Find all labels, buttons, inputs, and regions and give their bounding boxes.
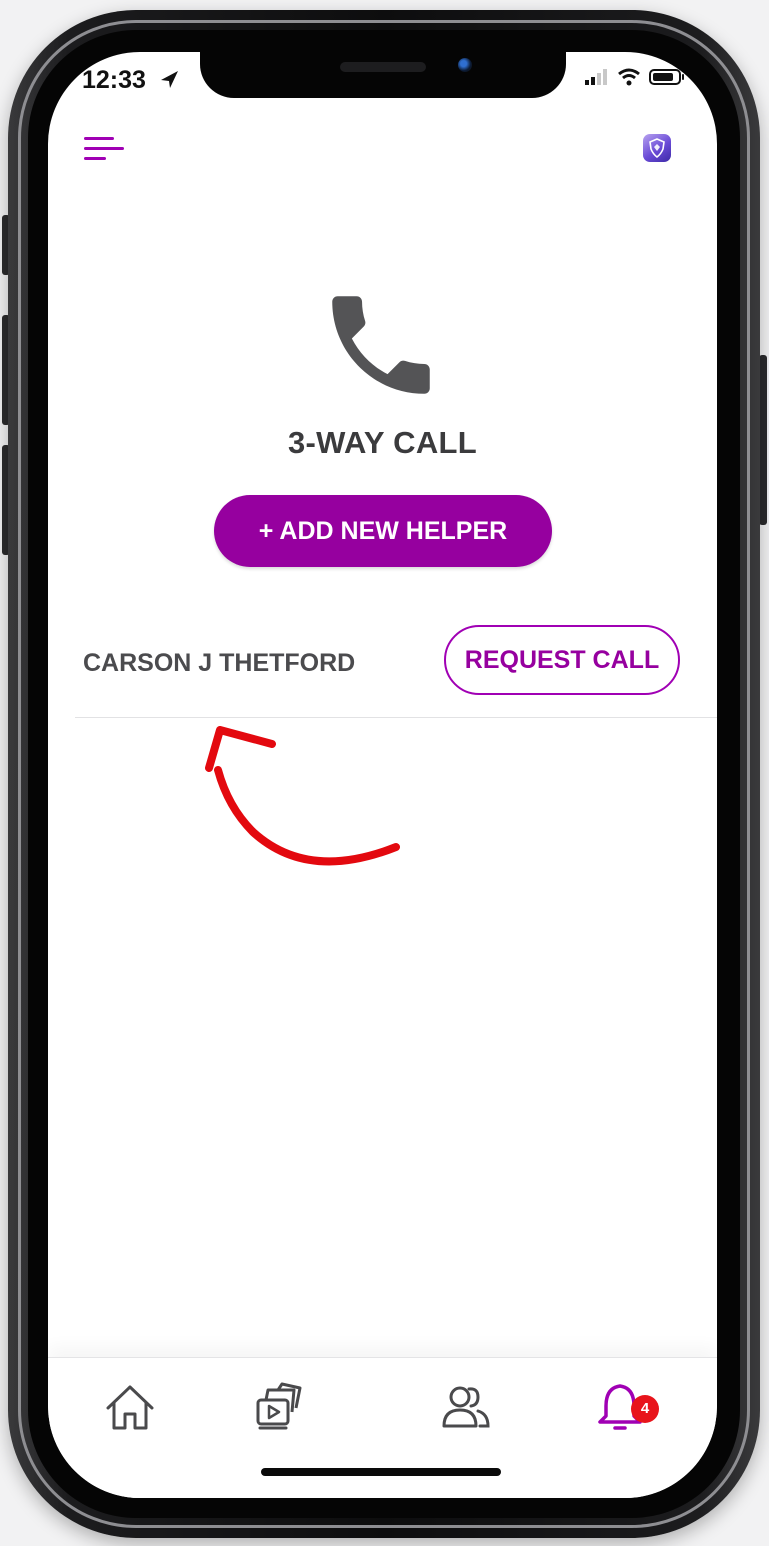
media-gallery-icon[interactable] — [248, 1378, 308, 1438]
menu-line — [84, 147, 124, 150]
app-screen: 12:33 3-WAY CALL + ADD NEW HELPER CARSON… — [48, 52, 717, 1498]
power-button — [759, 355, 767, 525]
location-arrow-icon — [161, 71, 178, 88]
front-camera — [458, 58, 472, 72]
battery-icon — [649, 69, 684, 85]
status-time: 12:33 — [82, 66, 146, 94]
request-call-button[interactable]: REQUEST CALL — [444, 625, 680, 695]
home-icon[interactable] — [100, 1378, 160, 1438]
menu-line — [84, 157, 106, 160]
phone-notch — [200, 52, 566, 98]
bottom-tab-bar — [48, 1357, 717, 1498]
page-title: 3-WAY CALL — [287, 425, 478, 460]
menu-line — [84, 137, 114, 140]
wifi-icon — [618, 68, 640, 86]
shield-emblem-icon — [649, 138, 665, 158]
earpiece-speaker — [340, 62, 426, 72]
home-indicator[interactable] — [261, 1468, 501, 1476]
people-icon[interactable] — [436, 1378, 496, 1438]
add-new-helper-button[interactable]: + ADD NEW HELPER — [214, 495, 552, 567]
helper-name: CARSON J THETFORD — [83, 649, 356, 677]
cellular-signal-icon — [585, 69, 607, 85]
status-icons — [585, 68, 685, 86]
phone-frame: 12:33 3-WAY CALL + ADD NEW HELPER CARSON… — [0, 0, 769, 1546]
phone-handset-icon — [332, 296, 430, 394]
hamburger-menu-icon[interactable] — [84, 137, 124, 171]
shield-app-icon[interactable] — [643, 134, 671, 162]
annotation-arrow-icon — [205, 726, 400, 866]
notification-badge: 4 — [631, 1395, 659, 1423]
